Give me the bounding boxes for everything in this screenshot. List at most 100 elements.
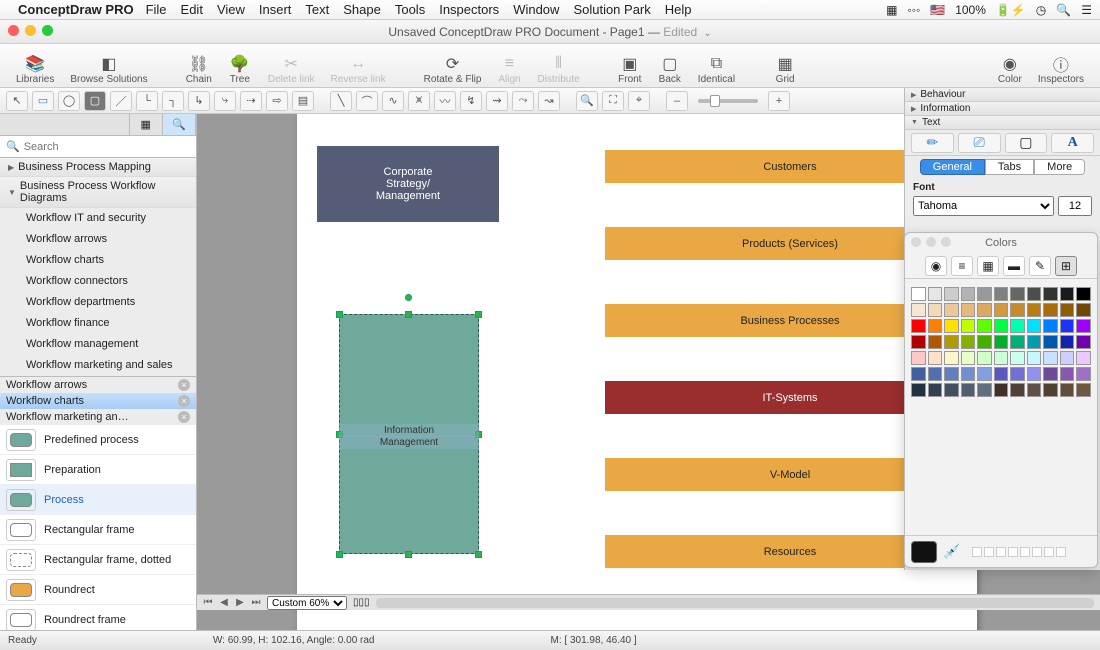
text-shadow-tab[interactable]: ▢: [1005, 133, 1048, 153]
color-swatch[interactable]: [1010, 335, 1025, 349]
color-swatch[interactable]: [994, 287, 1009, 301]
tree-leaf[interactable]: Workflow arrows: [0, 229, 196, 250]
color-swatch[interactable]: [961, 303, 976, 317]
color-swatch[interactable]: [977, 287, 992, 301]
connector-tool-2[interactable]: ┐: [162, 91, 184, 111]
zoom-fit-icon[interactable]: ⛶: [602, 91, 624, 111]
h-scrollbar[interactable]: [376, 598, 1094, 608]
text-highlight-tab[interactable]: ⎚: [958, 133, 1001, 153]
toolbar-browse-solutions[interactable]: ◧Browse Solutions: [64, 52, 153, 87]
color-swatch[interactable]: [944, 367, 959, 381]
color-swatch[interactable]: [1060, 319, 1075, 333]
color-swatch[interactable]: [1027, 319, 1042, 333]
color-swatch[interactable]: [1027, 287, 1042, 301]
minimize-button[interactable]: [25, 25, 36, 36]
line-tool[interactable]: ／: [110, 91, 132, 111]
color-swatch[interactable]: [1076, 367, 1091, 381]
inspector-section-information[interactable]: ▶Information: [905, 102, 1100, 116]
tree-leaf[interactable]: Workflow departments: [0, 292, 196, 313]
color-swatch[interactable]: [977, 351, 992, 365]
tab-tabs[interactable]: Tabs: [985, 159, 1034, 175]
color-swatch[interactable]: [961, 287, 976, 301]
color-swatch[interactable]: [944, 351, 959, 365]
connector-tool-1[interactable]: └: [136, 91, 158, 111]
color-swatch[interactable]: [1060, 303, 1075, 317]
color-sliders-tab[interactable]: ≡: [951, 256, 973, 276]
draw-connector-c[interactable]: ⤳: [512, 91, 534, 111]
tree-leaf[interactable]: Workflow marketing and sales: [0, 355, 196, 376]
color-swatch[interactable]: [928, 351, 943, 365]
draw-connector-d[interactable]: ↝: [538, 91, 560, 111]
color-swatch[interactable]: [928, 319, 943, 333]
tree-leaf[interactable]: Workflow charts: [0, 250, 196, 271]
color-swatch[interactable]: [994, 367, 1009, 381]
connector-tool-4[interactable]: ⤷: [214, 91, 236, 111]
current-color[interactable]: [911, 541, 937, 563]
color-swatch[interactable]: [994, 383, 1009, 397]
menu-solutionpark[interactable]: Solution Park: [573, 2, 650, 17]
color-swatch[interactable]: [977, 367, 992, 381]
menu-edit[interactable]: Edit: [181, 2, 203, 17]
color-swatch[interactable]: [1027, 335, 1042, 349]
shape-item[interactable]: Roundrect frame: [0, 605, 196, 630]
color-swatch[interactable]: [1076, 351, 1091, 365]
toolbar-front[interactable]: ▣Front: [612, 52, 648, 87]
color-swatch[interactable]: [1043, 287, 1058, 301]
shape-text-line2[interactable]: Management: [339, 436, 479, 449]
color-swatch[interactable]: [961, 319, 976, 333]
color-swatch[interactable]: [1043, 367, 1058, 381]
shape-corporate-strategy[interactable]: Corporate Strategy/ Management: [317, 146, 499, 222]
search-icon[interactable]: 🔍: [1056, 3, 1071, 17]
menu-window[interactable]: Window: [513, 2, 559, 17]
font-size-input[interactable]: [1058, 196, 1092, 216]
app-name[interactable]: ConceptDraw PRO: [18, 2, 134, 17]
zoom-select[interactable]: Custom 60%: [267, 596, 347, 610]
shape-item[interactable]: Rectangular frame, dotted: [0, 545, 196, 575]
menu-tools[interactable]: Tools: [395, 2, 425, 17]
shape-item[interactable]: Preparation: [0, 455, 196, 485]
colors-panel-header[interactable]: Colors: [905, 233, 1097, 253]
color-swatch[interactable]: [977, 319, 992, 333]
color-swatches-tab[interactable]: ⊞: [1055, 256, 1077, 276]
battery-icon[interactable]: 🔋⚡: [996, 3, 1026, 17]
color-swatch[interactable]: [1043, 383, 1058, 397]
color-swatch[interactable]: [1043, 351, 1058, 365]
rect-tool[interactable]: ▭: [32, 91, 54, 111]
color-spectrum-tab[interactable]: ▬: [1003, 256, 1025, 276]
color-swatch[interactable]: [1076, 383, 1091, 397]
color-swatch[interactable]: [944, 303, 959, 317]
color-swatch[interactable]: [994, 351, 1009, 365]
color-swatch[interactable]: [944, 335, 959, 349]
color-swatch[interactable]: [911, 319, 926, 333]
color-swatch[interactable]: [944, 287, 959, 301]
color-swatch[interactable]: [1010, 287, 1025, 301]
draw-polyline[interactable]: ⩙: [408, 91, 430, 111]
toolbar-inspectors[interactable]: ⓘInspectors: [1032, 52, 1090, 87]
close-icon[interactable]: ×: [178, 379, 190, 391]
first-page-button[interactable]: ⏮: [201, 597, 215, 608]
menu-help[interactable]: Help: [665, 2, 692, 17]
color-swatch[interactable]: [1060, 335, 1075, 349]
color-swatch[interactable]: [1027, 303, 1042, 317]
grid-view-tab[interactable]: ▦: [130, 114, 163, 135]
color-swatch[interactable]: [961, 383, 976, 397]
page-tool[interactable]: ▤: [292, 91, 314, 111]
color-swatch[interactable]: [977, 335, 992, 349]
color-swatch[interactable]: [911, 287, 926, 301]
ellipse-tool[interactable]: ◯: [58, 91, 80, 111]
color-swatch[interactable]: [1027, 383, 1042, 397]
text-font-tab[interactable]: A: [1051, 133, 1094, 153]
menu-insert[interactable]: Insert: [259, 2, 292, 17]
draw-spline[interactable]: ∿: [382, 91, 404, 111]
open-library-row[interactable]: Workflow charts×: [0, 393, 196, 409]
menu-view[interactable]: View: [217, 2, 245, 17]
tree-node[interactable]: ▶Business Process Mapping: [0, 158, 196, 177]
search-tab[interactable]: 🔍: [163, 114, 196, 135]
colors-panel[interactable]: Colors ◉ ≡ ▦ ▬ ✎ ⊞ 💉: [904, 232, 1098, 568]
draw-connector-a[interactable]: ↯: [460, 91, 482, 111]
zoom-in-button[interactable]: +: [768, 91, 790, 111]
color-swatch[interactable]: [1076, 319, 1091, 333]
tab-general[interactable]: General: [920, 159, 985, 175]
color-swatch[interactable]: [928, 367, 943, 381]
rounded-rect-tool[interactable]: ▢: [84, 91, 106, 111]
